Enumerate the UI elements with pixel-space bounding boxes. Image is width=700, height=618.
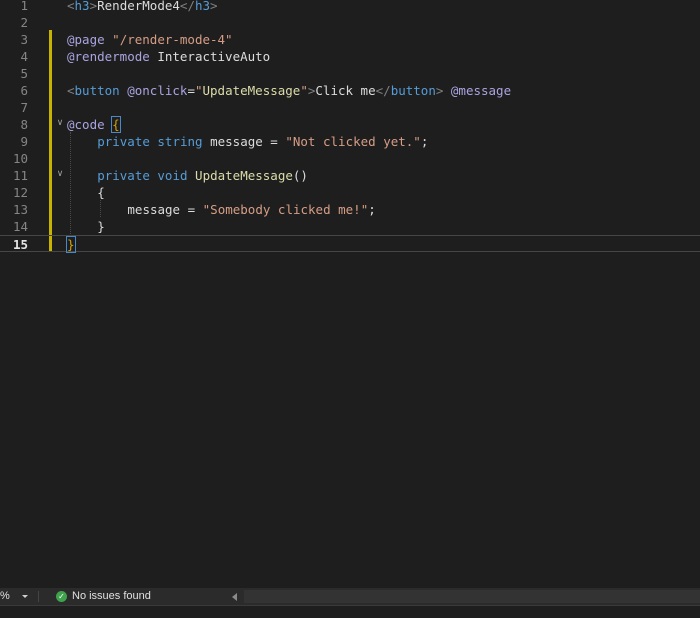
code-token: > [89, 0, 98, 13]
code-line[interactable]: 12 { [0, 184, 700, 201]
code-token: InteractiveAuto [149, 49, 271, 64]
code-token: " [300, 83, 308, 98]
code-token: UpdateMessage [195, 168, 293, 183]
code-text: @rendermode InteractiveAuto [67, 48, 270, 65]
code-token: string [157, 134, 203, 149]
code-token: < [67, 0, 75, 13]
line-number: 2 [20, 15, 28, 30]
code-text: private string message = "Not clicked ye… [97, 133, 428, 150]
code-token: "Not clicked yet." [285, 134, 421, 149]
code-text: } [66, 236, 76, 253]
code-line[interactable]: 9 private string message = "Not clicked y… [0, 133, 700, 150]
code-token: h3 [194, 0, 211, 13]
code-token: @code [67, 117, 105, 132]
line-number: 4 [20, 49, 28, 64]
code-line[interactable]: 8 @code { [0, 116, 700, 133]
code-line[interactable]: 13 message = "Somebody clicked me!"; [0, 201, 700, 218]
code-line[interactable]: 14} [0, 218, 700, 235]
editor-status-bar: % ✓ No issues found [0, 588, 700, 605]
code-text: <button @onclick="UpdateMessage">Click m… [67, 82, 511, 99]
code-line[interactable]: 2 [0, 14, 700, 31]
code-token: message = [127, 202, 203, 217]
line-number: 13 [12, 202, 28, 217]
code-line[interactable]: 5 [0, 65, 700, 82]
code-token: () [292, 168, 308, 183]
code-line[interactable]: 3 @page "/render-mode-4" [0, 31, 700, 48]
line-number: 3 [20, 32, 28, 47]
code-token: void [157, 168, 188, 183]
horizontal-scrollbar[interactable] [244, 590, 700, 603]
code-token: @page [67, 32, 105, 47]
code-line[interactable]: 1 <h3>RenderMode4</h3> [0, 0, 700, 14]
code-line[interactable]: 10 [0, 150, 700, 167]
code-token: @rendermode [67, 49, 150, 64]
code-token: "Somebody clicked me!" [202, 202, 369, 217]
line-number: 6 [20, 83, 28, 98]
line-number: 14 [12, 219, 28, 234]
code-line[interactable]: 11 private void UpdateMessage() [0, 167, 700, 184]
code-token: button [390, 83, 436, 98]
code-token: </ [375, 83, 391, 98]
code-text: { [97, 184, 105, 201]
code-token: button [74, 83, 120, 98]
code-token: "/render-mode-4" [112, 32, 233, 47]
code-token: Click me [315, 83, 376, 98]
issues-label: No issues found [72, 590, 151, 602]
line-number: 1 [20, 0, 28, 13]
bottom-panel-edge [0, 605, 700, 618]
code-token: < [67, 83, 75, 98]
code-token: @onclick [127, 83, 188, 98]
code-token: h3 [74, 0, 90, 13]
zoom-dropdown-icon[interactable] [22, 595, 28, 598]
code-text: @page "/render-mode-4" [67, 31, 233, 48]
code-token: private [97, 168, 150, 183]
line-number: 11 [12, 168, 28, 183]
code-token: private [97, 134, 150, 149]
code-token: { [111, 116, 121, 133]
code-token: " [194, 83, 203, 98]
line-number: 9 [20, 134, 28, 149]
issues-indicator[interactable]: ✓ No issues found [56, 588, 151, 605]
line-number: 8 [20, 117, 28, 132]
code-line[interactable]: 4 @rendermode InteractiveAuto [0, 48, 700, 65]
code-text: <h3>RenderMode4</h3> [67, 0, 218, 14]
code-token: ; [368, 202, 376, 217]
line-number: 7 [20, 100, 28, 115]
line-number: 10 [12, 151, 28, 166]
code-editor[interactable]: ∨ ∨ 1 <h3>RenderMode4</h3> 2 3 @page "/rende… [0, 0, 700, 588]
code-text: private void UpdateMessage() [97, 167, 308, 184]
code-token: message = [202, 134, 286, 149]
line-number: 5 [20, 66, 28, 81]
code-token: @message [450, 83, 512, 98]
code-token: = [187, 83, 195, 98]
code-token: UpdateMessage [202, 83, 301, 98]
line-number: 12 [12, 185, 28, 200]
code-token: RenderMode4 [97, 0, 180, 13]
code-text: @code { [67, 116, 121, 133]
code-token: </ [179, 0, 195, 13]
code-line[interactable]: 15} [0, 235, 700, 253]
code-text: } [97, 218, 105, 235]
code-line[interactable]: 6 <button @onclick="UpdateMessage">Click … [0, 82, 700, 99]
code-line[interactable]: 7 [0, 99, 700, 116]
code-token: { [97, 185, 105, 200]
check-circle-icon: ✓ [56, 591, 67, 602]
code-token: } [66, 236, 76, 253]
scroll-left-arrow-icon[interactable] [232, 593, 237, 601]
status-separator [38, 591, 39, 602]
code-token: ; [420, 134, 429, 149]
code-token: } [97, 219, 105, 234]
code-text: message = "Somebody clicked me!"; [127, 201, 375, 218]
code-token: > [210, 0, 218, 13]
line-number: 15 [12, 237, 28, 252]
zoom-level[interactable]: % [0, 588, 10, 605]
